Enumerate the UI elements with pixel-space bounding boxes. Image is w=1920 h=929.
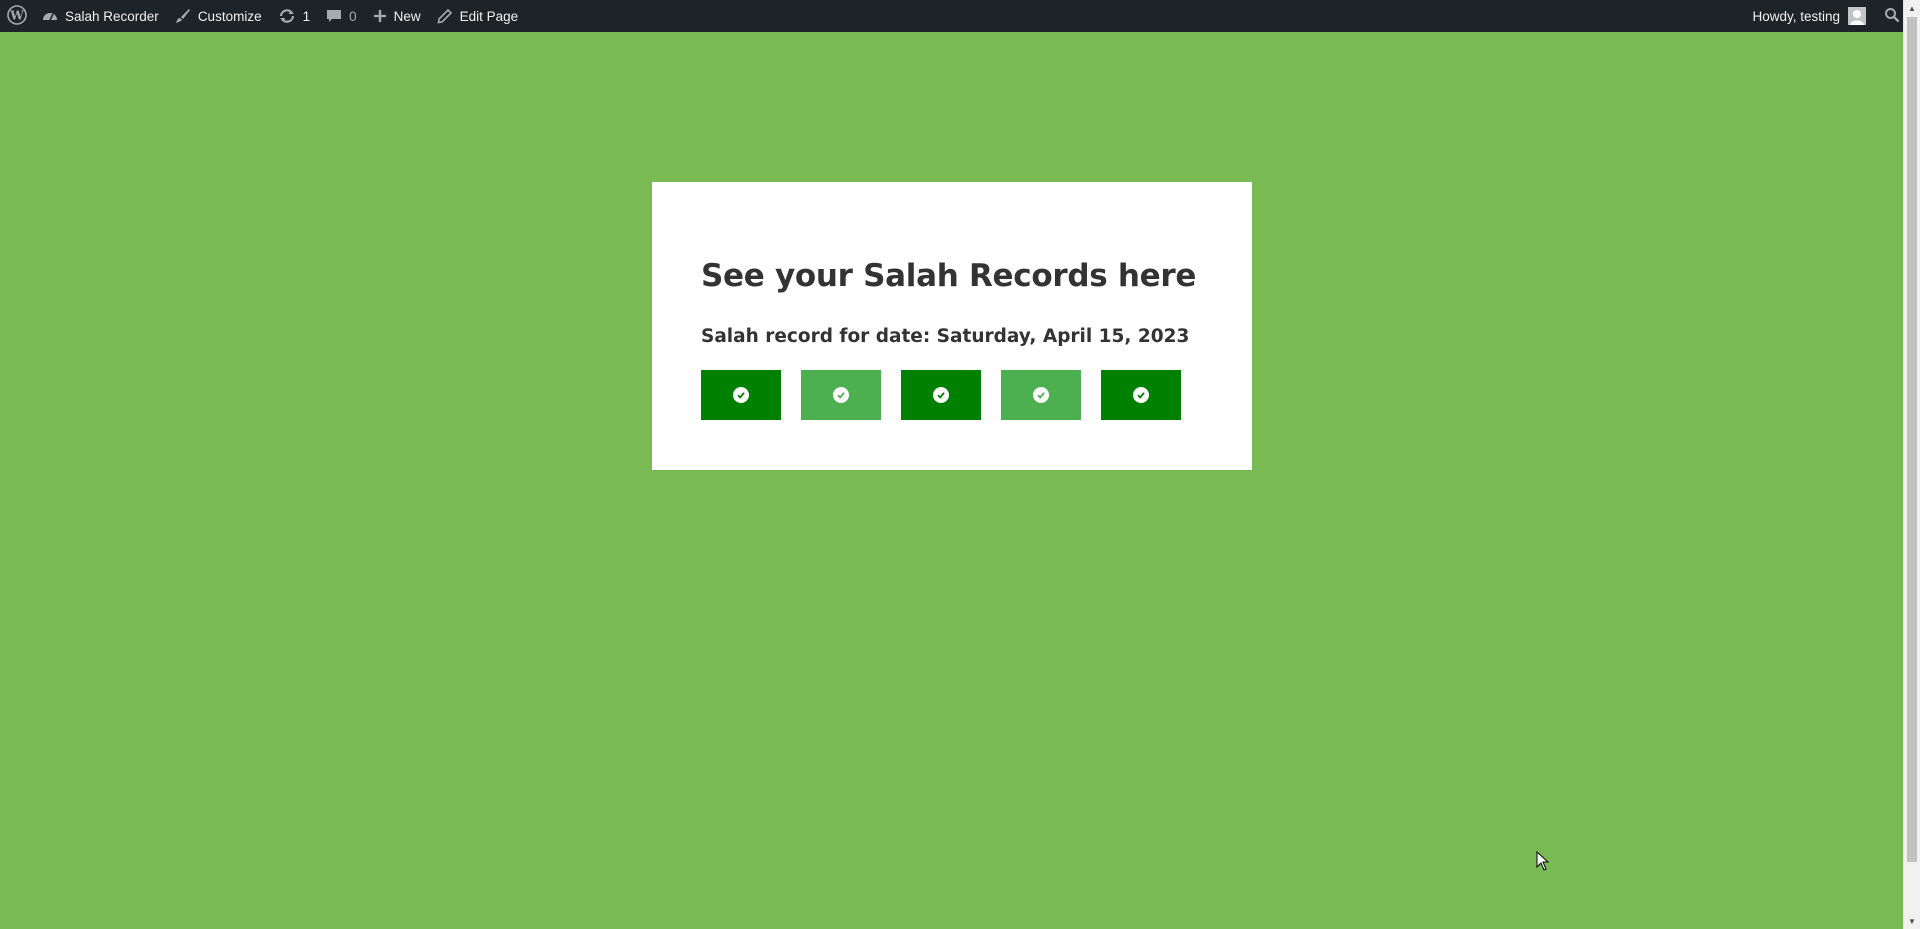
plus-icon: [373, 9, 387, 23]
paintbrush-icon: [175, 8, 191, 24]
avatar: [1848, 7, 1866, 25]
prayer-status-button[interactable]: [901, 370, 981, 420]
svg-text:W: W: [9, 8, 24, 22]
edit-page-label: Edit Page: [459, 8, 519, 24]
admin-bar: W Salah Recorder Customize 1 0 New Edit …: [0, 0, 1920, 32]
record-date-heading: Salah record for date: Saturday, April 1…: [701, 326, 1190, 347]
page-title: See your Salah Records here: [701, 258, 1197, 294]
admin-bar-left: W Salah Recorder Customize 1 0 New Edit …: [0, 0, 526, 32]
check-circle-icon: [933, 387, 949, 403]
mouse-cursor-icon: [1536, 850, 1550, 876]
new-content-menu[interactable]: New: [365, 0, 429, 32]
site-name-menu[interactable]: Salah Recorder: [34, 0, 167, 32]
wordpress-logo-menu[interactable]: W: [0, 0, 34, 32]
updates-link[interactable]: 1: [270, 0, 319, 32]
scroll-up-arrow-icon[interactable]: ▲: [1904, 0, 1920, 16]
check-circle-icon: [1133, 387, 1149, 403]
edit-page-link[interactable]: Edit Page: [429, 0, 527, 32]
salah-records-card: See your Salah Records here Salah record…: [652, 182, 1252, 470]
wordpress-icon: W: [7, 4, 27, 28]
check-circle-icon: [733, 387, 749, 403]
howdy-label: Howdy, testing: [1752, 8, 1840, 24]
customize-link[interactable]: Customize: [167, 0, 270, 32]
updates-icon: [278, 8, 296, 24]
check-circle-icon: [1033, 387, 1049, 403]
site-name-label: Salah Recorder: [65, 8, 159, 24]
admin-bar-right: Howdy, testing: [1744, 0, 1920, 32]
scroll-down-arrow-icon[interactable]: ▼: [1904, 913, 1920, 929]
customize-label: Customize: [197, 8, 262, 24]
comments-link[interactable]: 0: [318, 0, 365, 32]
scroll-thumb[interactable]: [1907, 17, 1917, 862]
comment-icon: [326, 8, 342, 24]
prayer-status-button[interactable]: [1001, 370, 1081, 420]
prayer-buttons-row: [701, 370, 1181, 420]
pencil-icon: [437, 8, 453, 24]
prayer-status-button[interactable]: [701, 370, 781, 420]
prayer-status-button[interactable]: [801, 370, 881, 420]
dashboard-icon: [42, 9, 58, 23]
check-circle-icon: [833, 387, 849, 403]
updates-count: 1: [302, 8, 311, 24]
prayer-status-button[interactable]: [1101, 370, 1181, 420]
new-label: New: [393, 8, 421, 24]
my-account-menu[interactable]: Howdy, testing: [1744, 0, 1874, 32]
comments-count: 0: [349, 8, 357, 24]
search-icon: [1884, 7, 1900, 26]
vertical-scrollbar[interactable]: ▲ ▼: [1903, 0, 1920, 929]
